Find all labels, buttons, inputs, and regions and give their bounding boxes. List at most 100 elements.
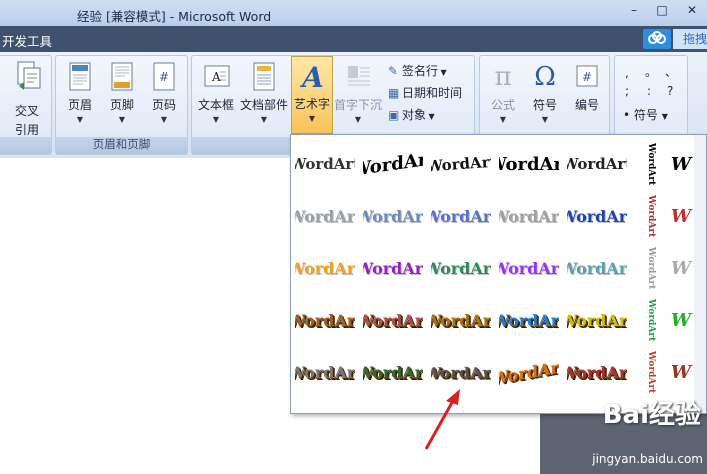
dropcap-button[interactable]: 首字下沉 ▼: [332, 62, 384, 124]
baidu-watermark: Bai经验: [602, 400, 701, 430]
omega-icon: Ω: [534, 62, 556, 92]
wordart-sample-text: WordArt: [567, 362, 627, 382]
header-label: 页眉: [67, 98, 92, 112]
textbox-button[interactable]: A 文本框 ▼: [194, 62, 238, 124]
symbol-comma[interactable]: ,: [625, 66, 629, 80]
gallery-scrollbar[interactable]: [694, 135, 706, 413]
quickparts-button[interactable]: 文档部件 ▼: [238, 62, 290, 124]
wordart-style-tile[interactable]: WordArt: [567, 299, 627, 341]
wordart-style-tile[interactable]: WordArt: [363, 351, 423, 393]
wordart-style-tile[interactable]: WordArt: [295, 247, 355, 289]
window-title: 经验 [兼容模式] - Microsoft Word: [77, 9, 272, 24]
page-number-icon: #: [152, 62, 176, 92]
maximize-button[interactable]: □: [652, 3, 672, 17]
wordart-style-tile[interactable]: WordArt: [295, 299, 355, 341]
chevron-down-icon: ▼: [426, 112, 435, 121]
wordart-style-tile[interactable]: WordArt: [499, 143, 559, 185]
wordart-style-tile[interactable]: WordArt: [641, 351, 661, 393]
wordart-style-tile[interactable]: WordArt: [499, 299, 559, 341]
wordart-style-tile[interactable]: WordArt: [641, 299, 661, 341]
chevron-down-icon: ▼: [499, 115, 507, 124]
symbol-button[interactable]: Ω 符号 ▼: [525, 62, 565, 124]
chevron-down-icon: ▼: [308, 114, 316, 123]
cross-reference-button[interactable]: 交叉 引用: [5, 60, 49, 138]
numbering-button[interactable]: # 编号: [567, 62, 607, 113]
chevron-down-icon: ▼: [260, 115, 268, 124]
wordart-style-tile[interactable]: WordArt: [431, 247, 491, 289]
header-button[interactable]: 页眉 ▼: [60, 62, 100, 124]
wordart-style-tile[interactable]: WordArt: [641, 143, 661, 185]
wordart-style-tile[interactable]: WordArt: [431, 143, 491, 185]
wordart-style-tile[interactable]: W: [667, 195, 695, 237]
wordart-style-tile[interactable]: WordArt: [641, 247, 661, 289]
wordart-style-tile[interactable]: WordArt: [363, 247, 423, 289]
symbol-question[interactable]: ?: [667, 84, 673, 98]
wordart-style-tile[interactable]: WordArt: [295, 195, 355, 237]
minimize-button[interactable]: –: [624, 3, 644, 17]
wordart-sample-text: WordArt: [567, 155, 627, 173]
bullet-icon: •: [623, 108, 631, 122]
date-time-button[interactable]: ▦ 日期和时间: [388, 84, 474, 101]
object-button[interactable]: ▣ 对象 ▼: [388, 106, 474, 123]
symbol-period[interactable]: 。: [645, 63, 657, 80]
wordart-sample-text: WordArt: [295, 206, 355, 226]
drag-button[interactable]: 拖拽: [673, 29, 707, 49]
special-symbol-button[interactable]: • 符号 ▼: [623, 106, 683, 123]
special-symbols-grid[interactable]: , 。 、 ; : ?: [623, 63, 683, 100]
calendar-icon: ▦: [388, 86, 400, 100]
wordart-style-tile[interactable]: WordArt: [641, 195, 661, 237]
footer-button[interactable]: 页脚 ▼: [102, 62, 142, 124]
wordart-sample-text: WordArt: [363, 310, 423, 330]
symbol-enum-comma[interactable]: 、: [665, 63, 677, 80]
wordart-sample-text: WordArt: [646, 299, 656, 341]
wordart-style-tile[interactable]: WordArt: [499, 247, 559, 289]
wordart-label: 艺术字: [293, 97, 330, 111]
wordart-sample-text: WordArt: [646, 195, 656, 237]
wordart-sample-text: WordArt: [499, 258, 559, 278]
page-number-label: 页码: [151, 98, 176, 112]
wordart-sample-text: WordArt: [567, 258, 627, 278]
wordart-style-tile[interactable]: W: [667, 247, 695, 289]
wordart-style-tile[interactable]: WordArt: [363, 143, 423, 185]
wordart-style-tile[interactable]: W: [667, 299, 695, 341]
wordart-style-tile[interactable]: WordArt: [567, 143, 627, 185]
symbol-semicolon[interactable]: ;: [625, 84, 629, 98]
wordart-style-tile[interactable]: WordArt: [363, 299, 423, 341]
cloud-button[interactable]: [643, 29, 671, 49]
wordart-style-tile[interactable]: W: [667, 351, 695, 393]
equation-button[interactable]: π 公式 ▼: [483, 62, 523, 124]
wordart-sample-text: WordArt: [567, 206, 627, 226]
wordart-button[interactable]: A 艺术字 ▼: [291, 56, 333, 134]
wordart-sample-text: WordArt: [646, 351, 656, 393]
wordart-style-tile[interactable]: WordArt: [295, 143, 355, 185]
equation-label: 公式: [490, 98, 515, 112]
chevron-down-icon: ▼: [661, 112, 668, 121]
signature-line-button[interactable]: ✎ 签名行 ▼: [388, 62, 474, 79]
wordart-sample-text: WordArt: [431, 310, 491, 330]
wordart-style-tile[interactable]: WordArt: [567, 195, 627, 237]
page-header-icon: [68, 62, 92, 92]
numbering-label: 编号: [574, 98, 599, 112]
wordart-style-tile[interactable]: WordArt: [431, 195, 491, 237]
svg-text:A: A: [300, 61, 324, 91]
wordart-style-tile[interactable]: WordArt: [499, 351, 559, 393]
close-button[interactable]: ✕: [682, 3, 702, 17]
cross-reference-icon: [15, 60, 41, 90]
wordart-style-tile[interactable]: W: [667, 143, 695, 185]
wordart-style-tile[interactable]: WordArt: [295, 351, 355, 393]
symbol-colon[interactable]: :: [647, 84, 651, 98]
cross-reference-label-1: 交叉: [14, 104, 39, 118]
wordart-sample-text: WordArt: [431, 363, 491, 382]
wordart-style-tile[interactable]: WordArt: [567, 351, 627, 393]
tab-developer[interactable]: 开发工具: [2, 31, 52, 50]
dropcap-icon: [346, 62, 370, 92]
wordart-style-tile[interactable]: WordArt: [567, 247, 627, 289]
wordart-style-tile[interactable]: WordArt: [363, 195, 423, 237]
wordart-sample-text: WordArt: [363, 362, 423, 382]
wordart-style-tile[interactable]: WordArt: [499, 195, 559, 237]
wordart-sample-text: WordArt: [295, 310, 355, 330]
wordart-gallery[interactable]: WordArt WordArt WordArt WordArt WordArt WordA…: [290, 134, 707, 414]
wordart-style-tile[interactable]: WordArt: [431, 299, 491, 341]
page-number-button[interactable]: # 页码 ▼: [144, 62, 184, 124]
symbol-label: 符号: [532, 98, 557, 112]
